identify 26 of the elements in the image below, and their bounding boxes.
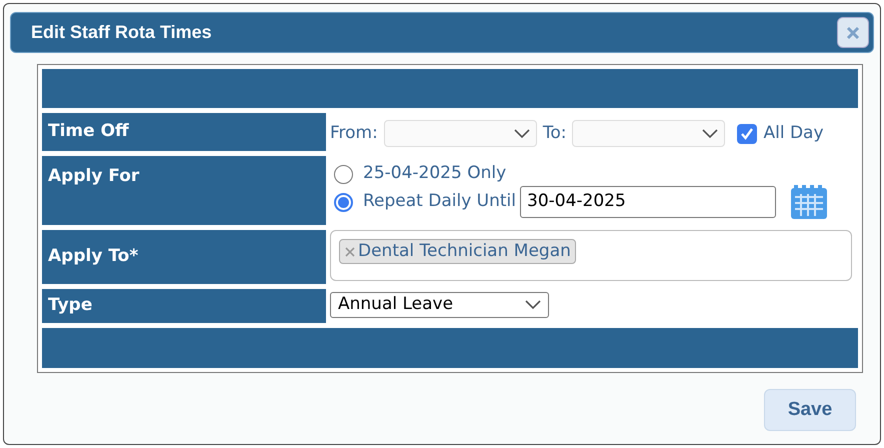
from-label: From: bbox=[330, 122, 378, 145]
dialog-title: Edit Staff Rota Times bbox=[31, 21, 212, 44]
type-value: Annual Leave bbox=[338, 293, 454, 316]
radio-button[interactable] bbox=[334, 164, 353, 184]
radio-label: 25-04-2025 Only bbox=[363, 162, 506, 186]
row-label: Type bbox=[42, 289, 326, 323]
row-label: Apply To* bbox=[42, 230, 326, 284]
to-label: To: bbox=[542, 122, 566, 145]
row-label: Apply For bbox=[42, 156, 326, 225]
radio-label: Repeat Daily Until bbox=[363, 190, 516, 214]
chevron-icon bbox=[702, 128, 718, 138]
chevron-icon bbox=[514, 128, 530, 138]
remove-icon[interactable] bbox=[344, 246, 356, 258]
until-date-field[interactable]: 30-04-2025 bbox=[520, 186, 776, 218]
chevron-icon bbox=[525, 300, 541, 310]
radio-button[interactable] bbox=[334, 192, 353, 212]
all-day-checkbox[interactable] bbox=[737, 124, 758, 144]
apply-to-field[interactable]: Dental Technician Megan bbox=[330, 230, 852, 281]
close-icon bbox=[846, 26, 860, 40]
row-label: Time Off bbox=[42, 113, 326, 151]
calendar-icon[interactable] bbox=[790, 184, 828, 220]
all-day-label: All Day bbox=[763, 122, 824, 145]
type-select[interactable]: Annual Leave bbox=[330, 292, 549, 318]
tag-label: Dental Technician Megan bbox=[358, 240, 571, 263]
close-button[interactable] bbox=[837, 17, 869, 48]
save-button[interactable]: Save bbox=[764, 389, 856, 431]
